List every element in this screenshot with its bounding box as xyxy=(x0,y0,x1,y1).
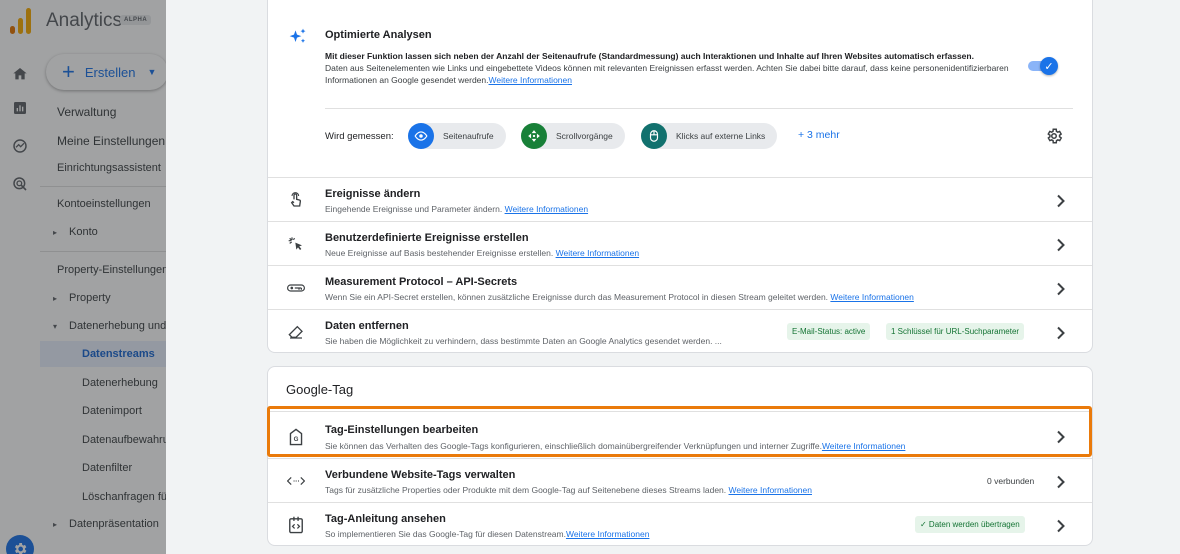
row-modify-events[interactable]: Ereignisse ändern Eingehende Ereignisse … xyxy=(268,177,1092,221)
row-description: Neue Ereignisse auf Basis bestehender Er… xyxy=(325,248,640,258)
learn-more-link[interactable]: Weitere Informationen xyxy=(566,529,649,539)
row-description: Tags für zusätzliche Properties oder Pro… xyxy=(325,485,812,495)
url-params-badge: 1 Schlüssel für URL-Suchparameter xyxy=(886,323,1025,340)
chevron-right-icon xyxy=(1057,326,1065,340)
row-manage-connected-tags[interactable]: Verbundene Website-Tags verwalten Tags f… xyxy=(268,458,1092,502)
click-icon xyxy=(286,234,306,254)
learn-more-link[interactable]: Weitere Informationen xyxy=(505,204,588,214)
email-status-badge: E-Mail-Status: active xyxy=(787,323,871,340)
row-remove-data[interactable]: Daten entfernen Sie haben die Möglichkei… xyxy=(268,309,1092,353)
row-title: Benutzerdefinierte Ereignisse erstellen xyxy=(325,232,529,244)
row-title: Measurement Protocol – API-Secrets xyxy=(325,276,518,288)
chevron-right-icon xyxy=(1057,475,1065,489)
settings-gear-icon[interactable] xyxy=(1045,127,1063,150)
eraser-icon xyxy=(286,322,306,342)
chip-page-views: Seitenaufrufe xyxy=(408,123,506,149)
row-title: Tag-Anleitung ansehen xyxy=(325,513,446,525)
main-panel: Optimierte Analysen Mit dieser Funktion … xyxy=(166,0,1180,554)
scroll-icon xyxy=(521,123,547,149)
enhanced-measurement-description: Mit dieser Funktion lassen sich neben de… xyxy=(325,51,1009,85)
connected-count: 0 verbunden xyxy=(987,476,1035,486)
check-icon: ✓ xyxy=(1040,57,1058,75)
row-description: So implementieren Sie das Google-Tag für… xyxy=(325,529,650,539)
chevron-right-icon xyxy=(1057,282,1065,296)
learn-more-link[interactable]: Weitere Informationen xyxy=(830,292,913,302)
chevron-right-icon xyxy=(1057,194,1065,208)
measured-label: Wird gemessen: xyxy=(325,131,394,142)
learn-more-link[interactable]: Weitere Informationen xyxy=(489,75,572,85)
learn-more-link[interactable]: Weitere Informationen xyxy=(729,485,812,495)
chevron-right-icon xyxy=(1057,519,1065,533)
row-title: Daten entfernen xyxy=(325,320,409,332)
learn-more-link[interactable]: Weitere Informationen xyxy=(556,248,639,258)
chevron-right-icon xyxy=(1057,238,1065,252)
chip-outbound-clicks: Klicks auf externe Links xyxy=(641,123,778,149)
sparkle-icon xyxy=(288,27,308,52)
chip-scrolls: Scrollvorgänge xyxy=(521,123,625,149)
guide-icon xyxy=(286,515,306,535)
row-measurement-protocol[interactable]: Measurement Protocol – API-Secrets Wenn … xyxy=(268,265,1092,309)
eye-icon xyxy=(408,123,434,149)
mouse-icon xyxy=(641,123,667,149)
key-icon xyxy=(286,278,306,298)
google-tag-title: Google-Tag xyxy=(286,382,354,397)
divider xyxy=(325,108,1073,109)
row-title: Verbundene Website-Tags verwalten xyxy=(325,469,516,481)
row-create-events[interactable]: Benutzerdefinierte Ereignisse erstellen … xyxy=(268,221,1092,265)
row-title: Ereignisse ändern xyxy=(325,188,421,200)
data-flowing-badge: ✓ Daten werden übertragen xyxy=(915,516,1025,533)
code-icon xyxy=(286,471,306,491)
row-view-tag-instructions[interactable]: Tag-Anleitung ansehen So implementieren … xyxy=(268,502,1092,546)
enhanced-measurement-toggle[interactable]: ✓ xyxy=(1028,57,1058,75)
modal-scrim xyxy=(0,0,166,554)
highlight-frame xyxy=(267,406,1092,457)
row-description: Wenn Sie ein API-Secret erstellen, könne… xyxy=(325,292,914,302)
touch-icon xyxy=(286,190,306,210)
row-description: Sie haben die Möglichkeit zu verhindern,… xyxy=(325,336,722,346)
more-events-link[interactable]: + 3 mehr xyxy=(798,129,840,141)
events-card: Optimierte Analysen Mit dieser Funktion … xyxy=(267,0,1093,353)
enhanced-measurement-title: Optimierte Analysen xyxy=(325,29,432,41)
row-description: Eingehende Ereignisse und Parameter ände… xyxy=(325,204,589,214)
